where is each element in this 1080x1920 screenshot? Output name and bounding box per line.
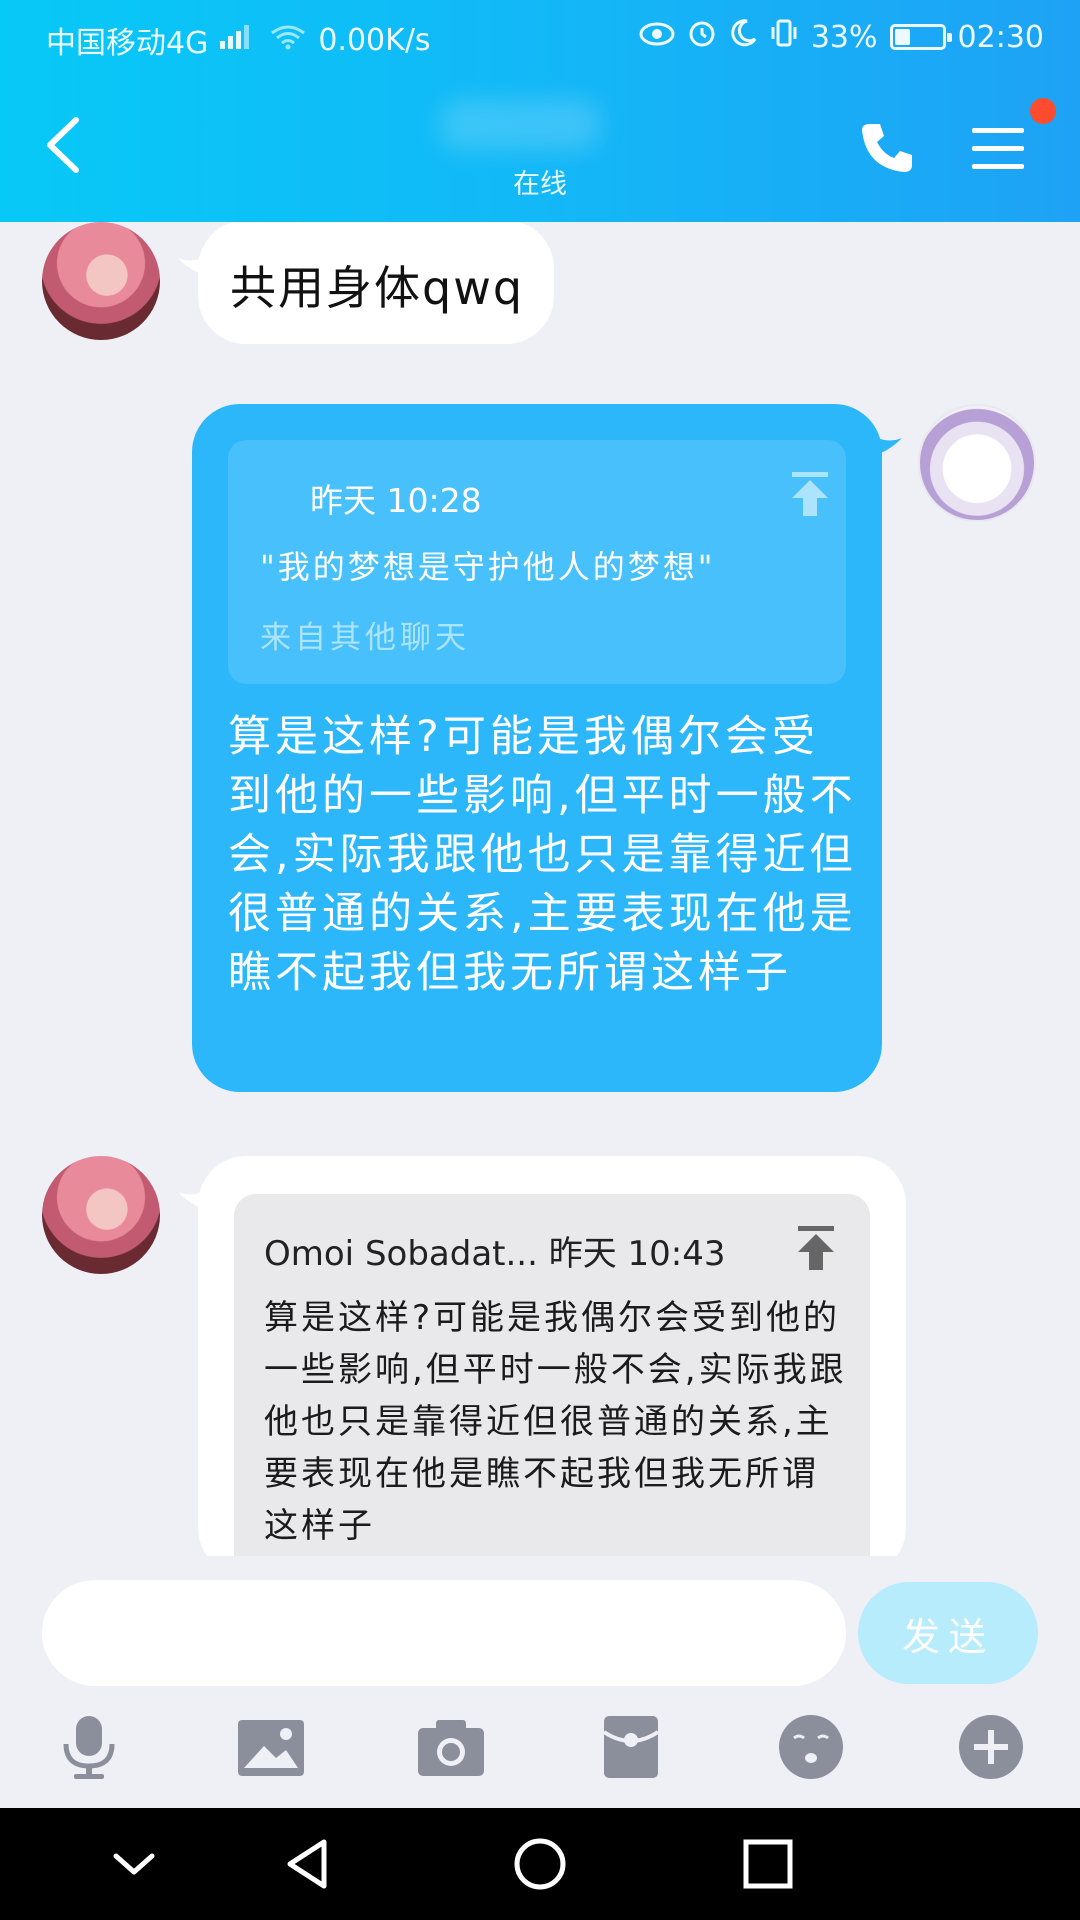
hide-keyboard-icon[interactable] bbox=[106, 1836, 162, 1892]
eye-icon bbox=[639, 20, 675, 55]
contact-name-obscured bbox=[440, 100, 600, 150]
recents-icon[interactable] bbox=[740, 1836, 796, 1892]
status-left: 中国移动4G 0.00K/s bbox=[46, 18, 431, 62]
battery-fill bbox=[894, 29, 910, 45]
message-bubble-incoming[interactable]: 共用身体qwq bbox=[198, 222, 554, 344]
battery-percent: 33% bbox=[810, 19, 878, 55]
my-avatar[interactable] bbox=[918, 404, 1036, 522]
quote-text: "我的梦想是守护他人的梦想" bbox=[260, 548, 716, 586]
back-icon[interactable] bbox=[280, 1836, 336, 1892]
carrier-label: 中国移动4G bbox=[46, 26, 209, 61]
quoted-message[interactable]: 昨天 10:28 "我的梦想是守护他人的梦想" 来自其他聊天 bbox=[228, 440, 846, 684]
message-input[interactable] bbox=[42, 1580, 846, 1686]
notification-badge bbox=[1030, 98, 1056, 124]
contact-avatar[interactable] bbox=[42, 222, 160, 340]
input-bar: 发送 bbox=[0, 1556, 1080, 1808]
signal-icon bbox=[218, 21, 258, 59]
system-nav-bar bbox=[0, 1808, 1080, 1920]
quote-text: 算是这样?可能是我偶尔会受到他的一些影响,但平时一般不会,实际我跟他也只是靠得近… bbox=[264, 1298, 847, 1546]
emoji-icon[interactable] bbox=[776, 1712, 846, 1782]
home-icon[interactable] bbox=[512, 1836, 568, 1892]
quote-header: Omoi Sobadat... 昨天 10:43 bbox=[264, 1234, 726, 1274]
message-text: 共用身体qwq bbox=[230, 261, 525, 315]
jump-to-top-icon[interactable] bbox=[788, 470, 832, 518]
call-button[interactable] bbox=[856, 118, 916, 178]
camera-icon[interactable] bbox=[416, 1712, 486, 1782]
microphone-icon[interactable] bbox=[54, 1712, 124, 1782]
quote-time: 昨天 10:28 bbox=[310, 481, 482, 520]
message-bubble-incoming[interactable]: Omoi Sobadat... 昨天 10:43 算是这样?可能是我偶尔会受到他… bbox=[198, 1156, 906, 1556]
menu-button[interactable] bbox=[968, 118, 1028, 178]
hamburger-icon bbox=[972, 128, 1024, 169]
jump-to-top-icon[interactable] bbox=[794, 1224, 838, 1272]
quote-source: 来自其他聊天 bbox=[260, 620, 470, 656]
phone-icon bbox=[862, 124, 912, 172]
moon-icon bbox=[729, 18, 757, 56]
wifi-icon bbox=[268, 21, 308, 59]
quoted-message[interactable]: Omoi Sobadat... 昨天 10:43 算是这样?可能是我偶尔会受到他… bbox=[234, 1194, 870, 1556]
status-time: 02:30 bbox=[957, 19, 1044, 55]
status-right: 33% 02:30 bbox=[639, 18, 1044, 56]
send-button[interactable]: 发送 bbox=[858, 1582, 1038, 1684]
battery-icon bbox=[889, 24, 952, 50]
chat-header: 中国移动4G 0.00K/s 33% 02:30 在线 bbox=[0, 0, 1080, 222]
online-status: 在线 bbox=[513, 169, 567, 200]
message-text: 算是这样?可能是我偶尔会受到他的一些影响,但平时一般不会,实际我跟他也只是靠得近… bbox=[228, 712, 857, 998]
alarm-icon bbox=[687, 18, 717, 56]
image-icon[interactable] bbox=[236, 1712, 306, 1782]
network-speed: 0.00K/s bbox=[318, 22, 431, 58]
chat-area[interactable]: 共用身体qwq 昨天 10:28 "我的梦想是守护他人的梦想" 来自其他聊天 算… bbox=[0, 222, 1080, 1556]
status-bar: 中国移动4G 0.00K/s 33% 02:30 bbox=[0, 0, 1080, 72]
message-bubble-outgoing[interactable]: 昨天 10:28 "我的梦想是守护他人的梦想" 来自其他聊天 算是这样?可能是我… bbox=[192, 404, 882, 1092]
red-packet-icon[interactable] bbox=[596, 1712, 666, 1782]
plus-icon[interactable] bbox=[956, 1712, 1026, 1782]
vibrate-icon bbox=[769, 18, 799, 56]
contact-avatar[interactable] bbox=[42, 1156, 160, 1274]
